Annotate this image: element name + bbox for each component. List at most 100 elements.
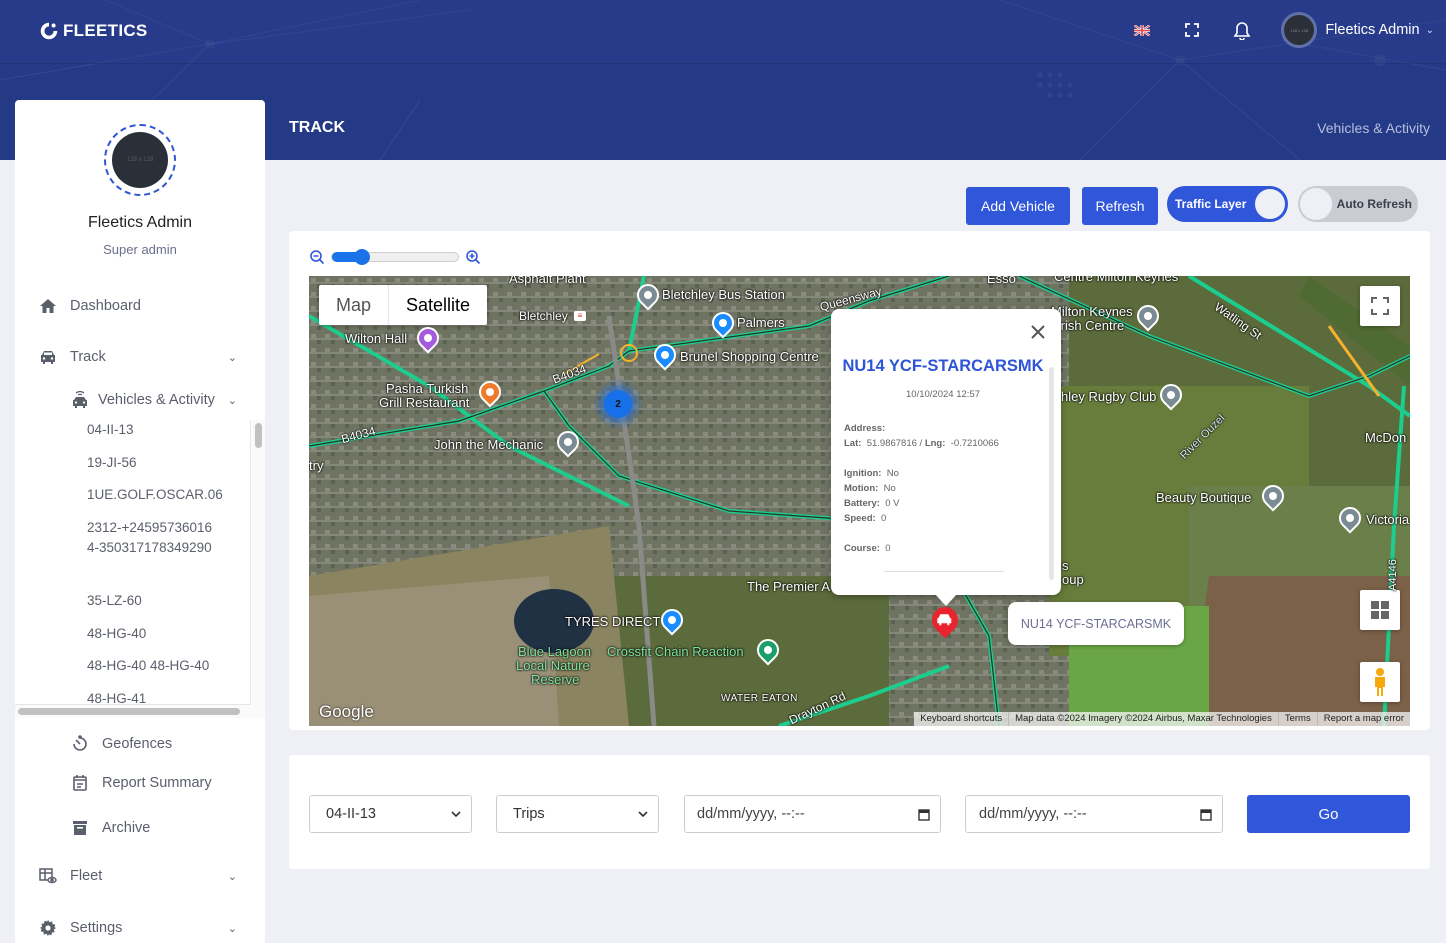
auto-refresh-toggle[interactable]: Auto Refresh	[1298, 186, 1418, 222]
breadcrumb[interactable]: Vehicles & Activity	[1317, 120, 1430, 136]
sidebar-item-settings[interactable]: Settings ⌄	[15, 913, 265, 943]
toggle-knob	[1255, 189, 1285, 219]
vehicle-list-item[interactable]: 2312-+245957360164-350317178349290	[87, 518, 217, 558]
vehicle-list-item[interactable]: 19-JI-56	[87, 453, 237, 473]
report-type-value: Trips	[513, 806, 545, 822]
app-logo[interactable]: FLEETICS	[38, 20, 148, 42]
info-latlng-row: Lat: 51.9867816 / Lng: -0.7210066	[844, 438, 999, 449]
vehicle-list-item[interactable]: 1UE.GOLF.OSCAR.06	[87, 485, 237, 505]
go-button[interactable]: Go	[1247, 795, 1410, 833]
notifications-button[interactable]	[1217, 12, 1267, 48]
zoom-out-icon[interactable]	[309, 249, 325, 265]
sidebar-item-archive[interactable]: Archive	[15, 813, 265, 843]
to-datetime-input[interactable]: dd/mm/yyyy, --:--	[965, 795, 1223, 833]
info-value: No	[886, 468, 899, 479]
map-poi-label: The Premier A	[747, 579, 831, 594]
calendar-icon[interactable]	[918, 808, 930, 821]
profile-avatar-image: 128 x 128	[112, 132, 168, 188]
map-poi-label: Blue Lagoon	[518, 644, 592, 659]
close-icon[interactable]	[1029, 323, 1047, 341]
terms-link[interactable]: Terms	[1277, 712, 1317, 726]
chevron-down-icon: ⌄	[227, 922, 237, 935]
map-type-map-button[interactable]: Map	[319, 285, 388, 325]
calendar-icon[interactable]	[1200, 808, 1212, 821]
map-poi-label: Pasha Turkish	[386, 381, 469, 396]
sidebar-item-fleet[interactable]: Fleet ⌄	[15, 861, 265, 891]
user-menu[interactable]: Fleetics Admin ⌄	[1325, 22, 1434, 38]
page-title: TRACK	[289, 119, 345, 136]
sidebar-item-geofences[interactable]: Geofences	[15, 729, 265, 759]
map-poi-label: Reserve	[531, 672, 580, 687]
street-view-pegman[interactable]	[1360, 662, 1400, 702]
vehicle-select[interactable]: 04-II-13	[309, 795, 472, 833]
info-address-row: Address:	[844, 423, 885, 434]
sidebar-item-vehicles-activity[interactable]: Vehicles & Activity ⌄	[15, 385, 265, 415]
scrollbar-thumb[interactable]	[255, 423, 262, 448]
calendar-icon	[70, 773, 90, 793]
from-datetime-input[interactable]: dd/mm/yyyy, --:--	[684, 795, 941, 833]
vehicle-list-item[interactable]: 48-HG-40	[87, 624, 237, 644]
top-navbar: FLEETICS 128 x 128 Fleetics Admin ⌄	[0, 0, 1446, 64]
zoom-slider[interactable]	[331, 249, 459, 265]
refresh-button[interactable]: Refresh	[1082, 187, 1158, 225]
uk-flag-icon	[1134, 24, 1151, 36]
zoom-in-icon[interactable]	[465, 249, 481, 265]
traffic-layer-toggle[interactable]: Traffic Layer	[1167, 186, 1288, 222]
map-poi-label: Beauty Boutique	[1156, 490, 1252, 505]
gear-icon	[38, 918, 58, 938]
sidebar: 128 x 128 Fleetics Admin Super admin Das…	[15, 100, 265, 943]
archive-icon	[70, 818, 90, 838]
map-poi-label: Victoria	[1366, 512, 1410, 527]
sidebar-item-report-summary[interactable]: Report Summary	[15, 768, 265, 798]
map-view[interactable]: Map Satellite Asphalt Plant Bletchley Bu…	[309, 276, 1410, 726]
info-lat-value: 51.9867816	[866, 438, 917, 449]
chevron-down-icon: ⌄	[227, 870, 237, 883]
map-type-control: Map Satellite	[319, 285, 488, 325]
info-label: Battery:	[844, 498, 880, 509]
sidebar-item-dashboard[interactable]: Dashboard	[15, 291, 265, 321]
chevron-down-icon	[451, 811, 461, 817]
vehicle-list-item[interactable]: 48-HG-40 48-HG-40	[87, 656, 237, 676]
vehicle-list-horizontal-scrollbar[interactable]	[15, 705, 265, 718]
report-map-error-link[interactable]: Report a map error	[1316, 712, 1410, 726]
vehicle-cluster-marker[interactable]: 2	[604, 390, 632, 418]
sidebar-item-label: Dashboard	[70, 298, 141, 314]
map-data-text: Map data ©2024 Imagery ©2024 Airbus, Max…	[1008, 712, 1278, 726]
map-card: Map Satellite Asphalt Plant Bletchley Bu…	[289, 231, 1430, 730]
fullscreen-button[interactable]	[1167, 12, 1217, 48]
report-type-select[interactable]: Trips	[496, 795, 659, 833]
keyboard-shortcuts-link[interactable]: Keyboard shortcuts	[914, 712, 1008, 726]
map-poi-label: Bletchley	[519, 309, 568, 323]
info-lng-value: -0.7210066	[950, 438, 999, 449]
world-dots-decoration	[1037, 72, 1073, 98]
vehicle-marker-label: NU14 YCF-STARCARSMK	[1008, 602, 1184, 645]
sidebar-item-label: Track	[70, 349, 106, 365]
user-avatar[interactable]: 128 x 128	[1281, 12, 1318, 48]
info-label: Ignition:	[844, 468, 882, 479]
info-battery-row: Battery: 0 V	[844, 498, 899, 509]
vehicle-list-item[interactable]: 48-HG-41	[87, 689, 237, 704]
info-timestamp: 10/10/2024 12:57	[906, 389, 980, 400]
scrollbar-thumb[interactable]	[18, 708, 240, 715]
vehicle-list: 04-II-13 19-JI-56 1UE.GOLF.OSCAR.06 2312…	[15, 420, 265, 718]
chevron-down-icon: ⌄	[227, 351, 237, 364]
map-type-satellite-button[interactable]: Satellite	[388, 285, 487, 325]
vehicle-list-item[interactable]: 04-II-13	[87, 420, 237, 440]
info-label: Speed:	[844, 513, 876, 524]
vehicle-list-vertical-scrollbar[interactable]	[252, 420, 265, 705]
add-vehicle-button[interactable]: Add Vehicle	[966, 187, 1070, 225]
profile-avatar[interactable]: 128 x 128	[104, 124, 176, 196]
map-layers-button[interactable]	[1360, 590, 1400, 630]
info-scrollbar[interactable]	[1049, 367, 1054, 580]
map-poi-label: try	[309, 458, 324, 473]
vehicle-list-item[interactable]: 35-LZ-60	[87, 591, 237, 611]
info-value: 0	[880, 513, 887, 524]
map-poi-label: Wilton Hall	[345, 331, 408, 346]
sidebar-item-track[interactable]: Track ⌄	[15, 342, 265, 372]
info-label: Motion:	[844, 483, 879, 494]
from-datetime-placeholder: dd/mm/yyyy, --:--	[697, 806, 805, 822]
map-fullscreen-button[interactable]	[1360, 286, 1400, 326]
language-button[interactable]	[1117, 12, 1167, 48]
zoom-slider-handle[interactable]	[354, 249, 370, 265]
map-poi-label: Brunel Shopping Centre	[680, 349, 819, 364]
